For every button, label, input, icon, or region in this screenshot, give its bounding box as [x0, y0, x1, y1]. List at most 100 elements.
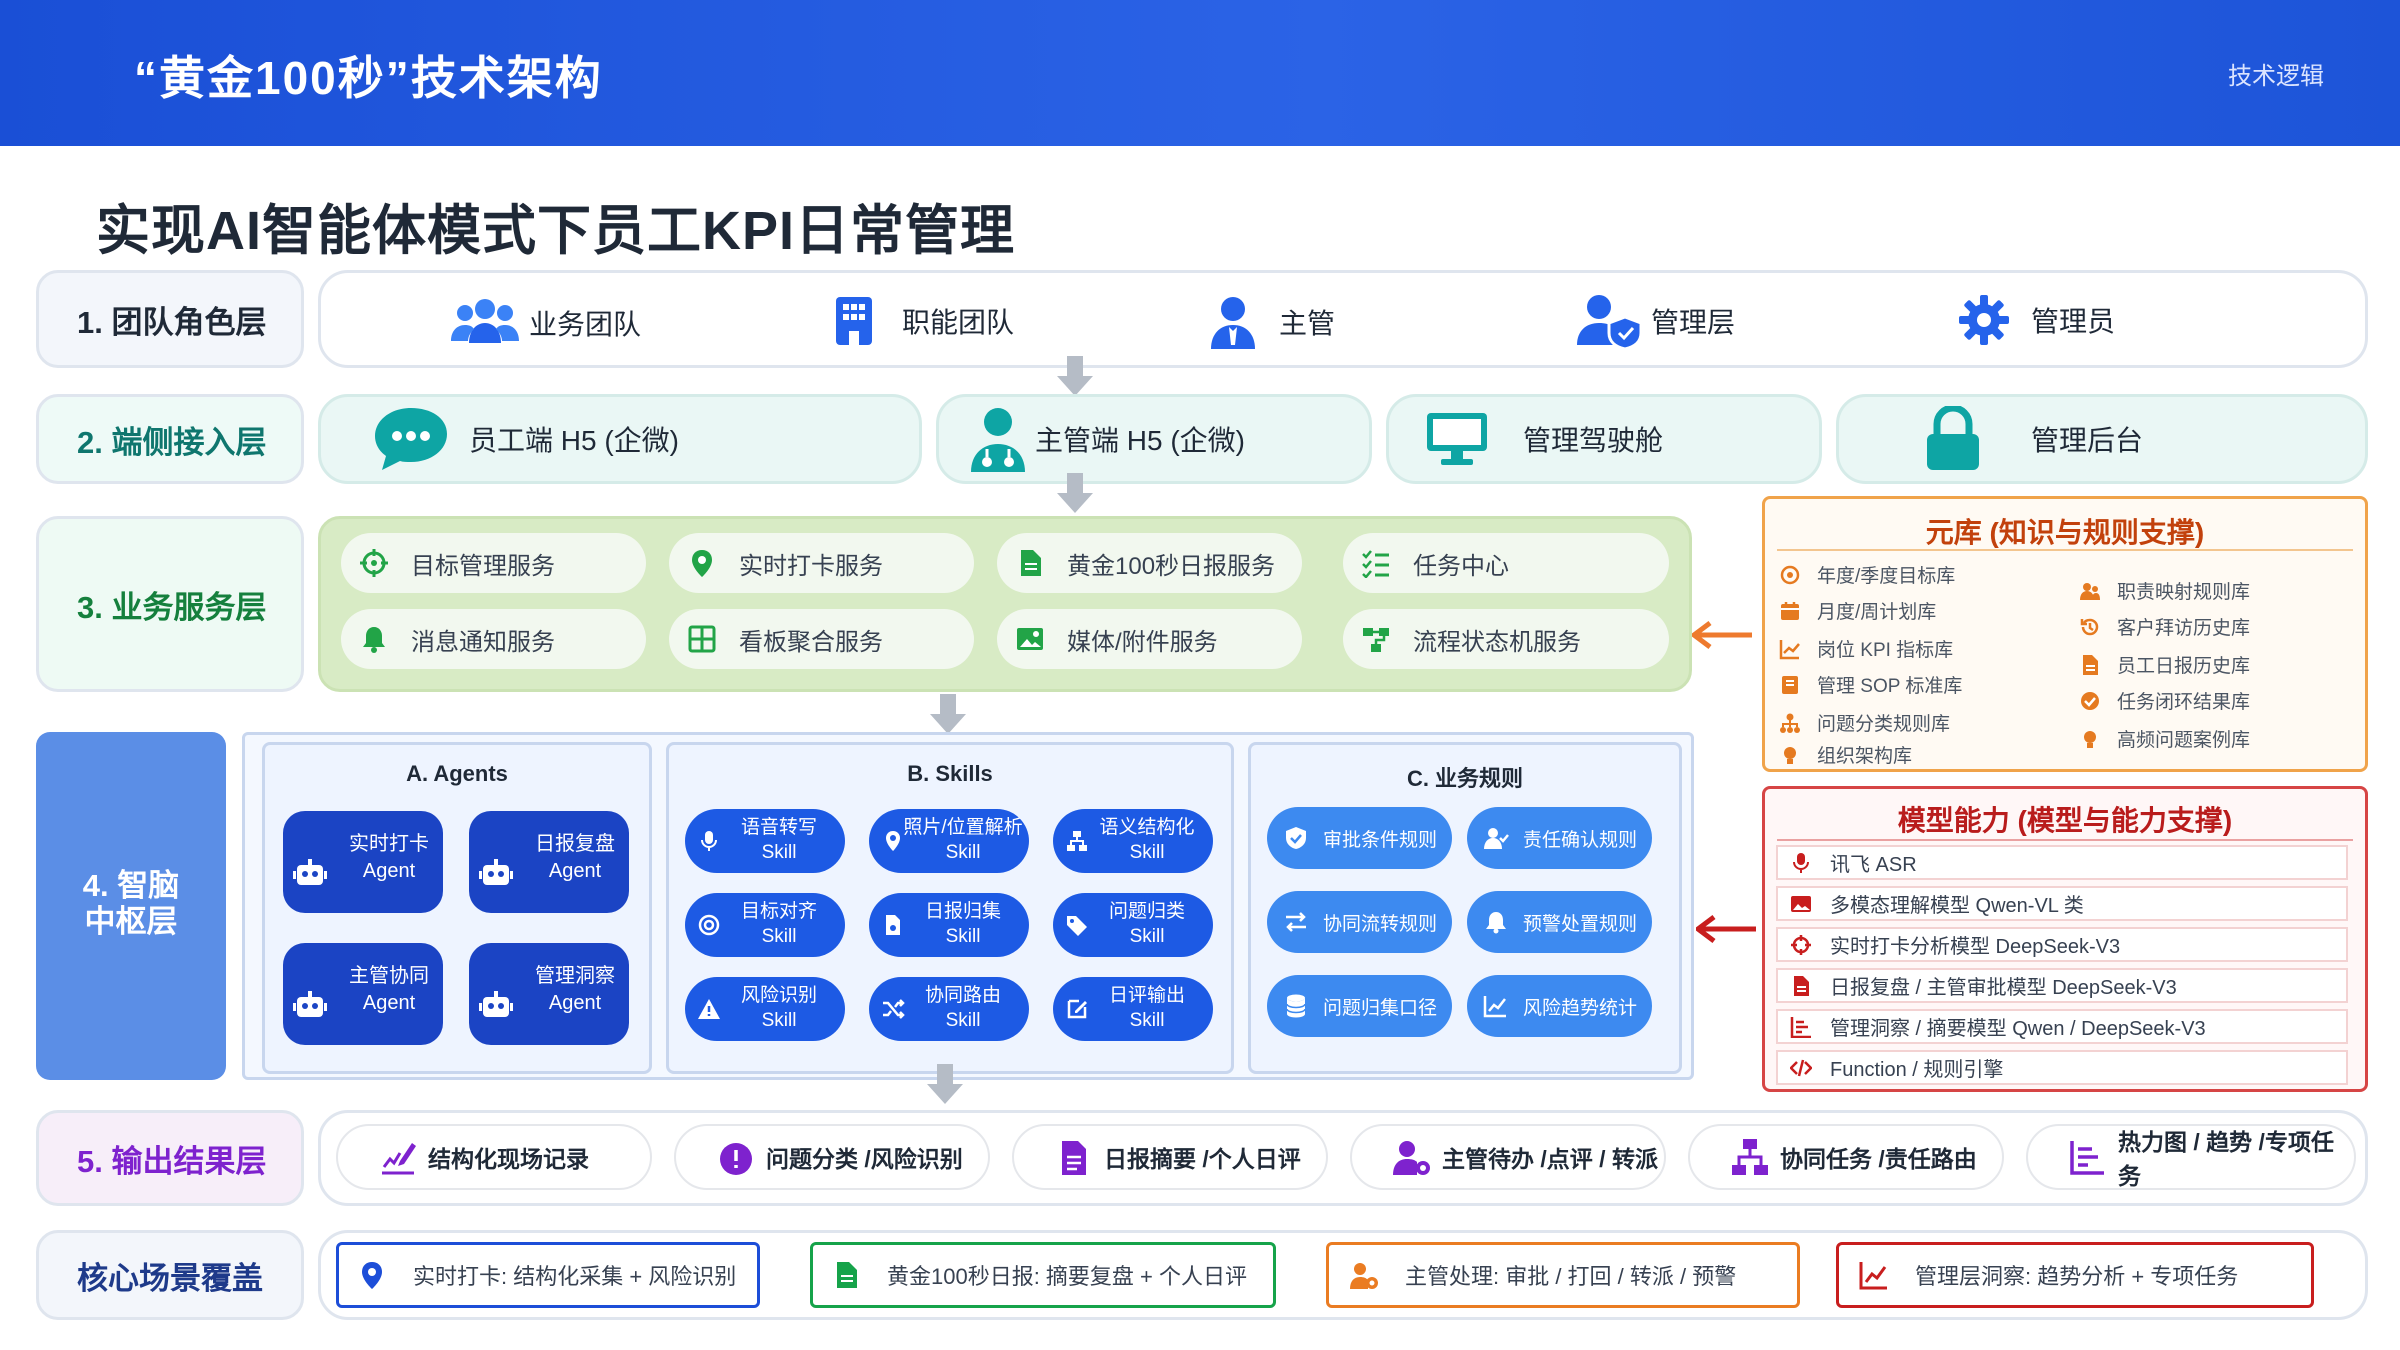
layer4-label: 4. 智脑 中枢层 [36, 732, 226, 1080]
kb-item-label: 年度/季度目标库 [1817, 566, 1956, 587]
skill-sublabel: Skill [1129, 926, 1165, 947]
service-task-center: 任务中心 [1343, 533, 1669, 593]
service-media-attachment: 媒体/附件服务 [997, 609, 1302, 669]
skills-title: B. Skills [907, 761, 993, 786]
service-label: 实时打卡服务 [739, 552, 883, 580]
code-icon [1790, 1059, 1812, 1076]
role-supervisor: 主管 [1209, 295, 1335, 349]
scene-golden-daily-report: 黄金100秒日报: 摘要复盘 + 个人日评 [810, 1242, 1276, 1308]
scene-supervisor-handling: 主管处理: 审批 / 打回 / 转派 / 预警 [1326, 1242, 1800, 1308]
skill-daily-evaluation-output[interactable]: 日评输出 Skill [1053, 977, 1213, 1041]
book-icon [1782, 675, 1798, 694]
layer1-label: 1. 团队角色层 [36, 270, 304, 368]
tag-icon [1067, 916, 1087, 936]
skill-semantic-structuring[interactable]: 语义结构化 Skill [1053, 809, 1213, 873]
doc-icon [1062, 1141, 1086, 1175]
skill-collaboration-routing[interactable]: 协同路由 Skill [869, 977, 1029, 1041]
target-icon [360, 549, 388, 577]
knowledge-base-panel: 元库 (知识与规则支撑) 年度/季度目标库 月度/周计划库 岗位 KPI 指标库… [1762, 496, 2368, 772]
doc-icon [1021, 550, 1041, 576]
role-label: 业务团队 [529, 309, 642, 340]
rule-alert-handling[interactable]: 预警处置规则 [1467, 891, 1652, 953]
skill-label: 日评输出 [1108, 985, 1185, 1006]
skill-label: 目标对齐 [740, 901, 817, 922]
agents-group: A. Agents 实时打卡 Agent 日报复盘 Agent 主管协同 Agent … [262, 742, 652, 1074]
model-label: 多模态理解模型 Qwen-VL 类 [1830, 895, 2084, 917]
kb-item-label: 岗位 KPI 指标库 [1817, 640, 1954, 661]
agent-daily-review[interactable]: 日报复盘 Agent [469, 811, 629, 913]
scenes-label: 核心场景覆盖 [36, 1230, 304, 1320]
skill-label: 语音转写 [740, 817, 817, 838]
doc-icon [2083, 654, 2098, 675]
agent-management-insight[interactable]: 管理洞察 Agent [469, 943, 629, 1045]
kb-item: 年度/季度目标库 [1779, 561, 1955, 588]
agents-title: A. Agents [406, 761, 508, 786]
agent-checkin[interactable]: 实时打卡 Agent [283, 811, 443, 913]
bell-icon [363, 627, 385, 653]
knowledge-title: 元库 (知识与规则支撑) [1925, 517, 2205, 548]
tasklist-icon [1362, 550, 1389, 578]
history-icon [2080, 618, 2099, 635]
target-icon [1780, 565, 1800, 584]
rule-risk-trend-stats[interactable]: 风险趋势统计 [1467, 975, 1652, 1037]
header-bar: “黄金100秒”技术架构 技术逻辑 [0, 0, 2400, 146]
skill-label: 语义结构化 [1099, 817, 1195, 838]
rule-issue-aggregation-scope[interactable]: 问题归集口径 [1267, 975, 1452, 1037]
rule-responsibility-confirm[interactable]: 责任确认规则 [1467, 807, 1652, 869]
role-business-team: 业务团队 [451, 297, 641, 349]
skill-issue-classification[interactable]: 问题归类 Skill [1053, 893, 1213, 957]
endpoint-label: 管理驾驶舱 [1523, 425, 1664, 456]
skill-risk-identification[interactable]: 风险识别 Skill [685, 977, 845, 1041]
rules-title: C. 业务规则 [1406, 766, 1524, 791]
rule-collab-transfer[interactable]: 协同流转规则 [1267, 891, 1452, 953]
service-goal-management: 目标管理服务 [341, 533, 646, 593]
model-item: 管理洞察 / 摘要模型 Qwen / DeepSeek-V3 [1776, 1009, 2348, 1044]
endpoint-label: 主管端 H5 (企微) [1035, 425, 1246, 456]
service-label: 流程状态机服务 [1413, 628, 1581, 656]
bell-icon [1486, 912, 1506, 934]
kb-item: 管理 SOP 标准库 [1779, 671, 1962, 698]
divider [1777, 839, 2353, 841]
skill-label: 照片/位置解析 [903, 817, 1023, 838]
skill-photo-location-parse[interactable]: 照片/位置解析 Skill [869, 809, 1029, 873]
service-label: 消息通知服务 [411, 628, 555, 656]
arrow-left-icon [1692, 621, 1752, 649]
model-label: 日报复盘 / 主管审批模型 DeepSeek-V3 [1830, 977, 2177, 999]
arrow-left-icon [1696, 915, 1756, 943]
role-label: 主管 [1279, 308, 1336, 339]
service-label: 黄金100秒日报服务 [1067, 552, 1276, 580]
skill-sublabel: Skill [761, 926, 797, 947]
agent-supervisor-collab[interactable]: 主管协同 Agent [283, 943, 443, 1045]
sitemap-icon [1067, 831, 1087, 851]
agent-sublabel: Agent [548, 860, 602, 882]
rule-label: 审批条件规则 [1323, 829, 1438, 851]
role-admin: 管理员 [1959, 295, 2115, 345]
agent-label: 管理洞察 [535, 965, 615, 987]
arrow-down-icon [930, 694, 966, 734]
service-notification: 消息通知服务 [341, 609, 646, 669]
service-dashboard-aggregation: 看板聚合服务 [669, 609, 974, 669]
skill-goal-alignment[interactable]: 目标对齐 Skill [685, 893, 845, 957]
kb-item-label: 职责映射规则库 [2117, 582, 2251, 603]
doc-icon [1794, 975, 1809, 996]
skill-speech-to-text[interactable]: 语音转写 Skill [685, 809, 845, 873]
rule-approval-condition[interactable]: 审批条件规则 [1267, 807, 1452, 869]
location-icon [692, 550, 712, 577]
endpoint-supervisor-h5: 主管端 H5 (企微) [936, 394, 1372, 484]
skill-sublabel: Skill [945, 842, 981, 863]
model-label: Function / 规则引擎 [1830, 1059, 2004, 1081]
kb-item-label: 员工日报历史库 [2117, 656, 2251, 677]
model-title: 模型能力 (模型与能力支撑) [1897, 805, 2233, 836]
output-structured-record: 结构化现场记录 [336, 1124, 652, 1190]
service-label: 媒体/附件服务 [1067, 628, 1218, 656]
microphone-icon [701, 831, 717, 851]
kb-item-label: 月度/周计划库 [1817, 602, 1937, 623]
edit-icon [1067, 999, 1087, 1019]
role-management: 管理层 [1575, 293, 1735, 349]
bar-chart-icon [1790, 1016, 1811, 1038]
skill-report-aggregation[interactable]: 日报归集 Skill [869, 893, 1029, 957]
rule-label: 问题归集口径 [1323, 997, 1438, 1019]
skill-label: 风险识别 [740, 985, 817, 1006]
warning-icon [698, 999, 720, 1019]
service-label: 任务中心 [1413, 552, 1509, 580]
